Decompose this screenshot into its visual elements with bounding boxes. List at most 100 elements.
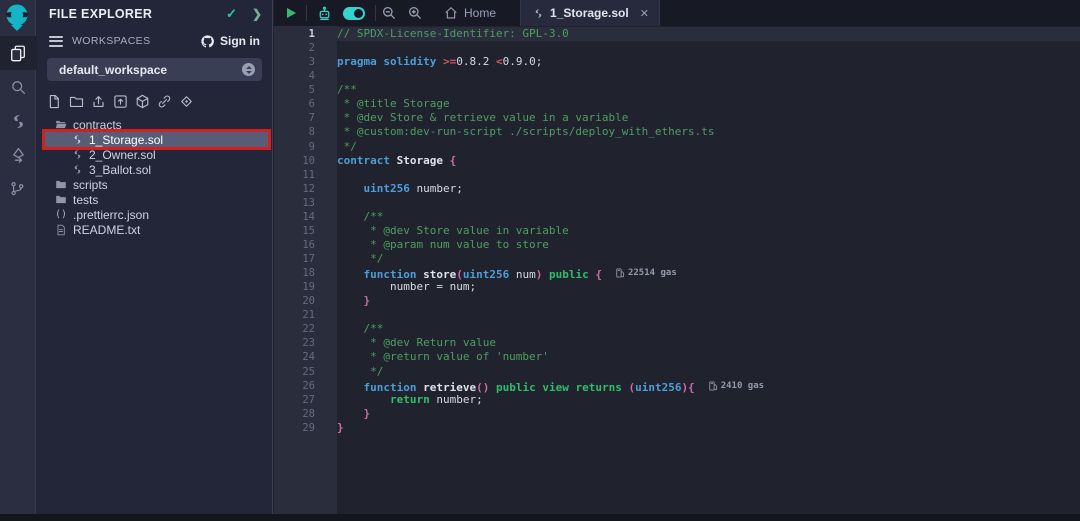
copilot-toggle[interactable] bbox=[343, 7, 365, 20]
code-line[interactable]: * @dev Store & retrieve value in a varia… bbox=[337, 111, 1080, 125]
run-script-button[interactable] bbox=[287, 8, 296, 18]
code-line[interactable]: * @dev Return value bbox=[337, 336, 1080, 350]
code-line[interactable]: } bbox=[337, 421, 1080, 435]
code-token bbox=[337, 393, 390, 406]
code-line[interactable]: /** bbox=[337, 83, 1080, 97]
line-number: 8 bbox=[274, 125, 337, 139]
file-explorer-panel: FILE EXPLORER ✓ ❯ WORKSPACES Sign in def… bbox=[37, 0, 273, 514]
rail-item-git[interactable] bbox=[0, 172, 36, 206]
code-token: return bbox=[390, 393, 430, 406]
tab-home[interactable]: Home bbox=[428, 0, 520, 26]
code-line[interactable]: function retrieve() public view returns … bbox=[337, 379, 1080, 393]
code-line[interactable]: contract Storage { bbox=[337, 154, 1080, 168]
line-number: 14 bbox=[274, 210, 337, 224]
chevron-right-icon[interactable]: ❯ bbox=[252, 7, 262, 21]
close-icon[interactable]: ✕ bbox=[640, 7, 649, 20]
editor-line-13: 13 bbox=[274, 196, 1080, 210]
zoom-out-icon bbox=[381, 5, 397, 21]
check-icon[interactable]: ✓ bbox=[226, 6, 237, 22]
code-line[interactable]: } bbox=[337, 407, 1080, 421]
code-line[interactable] bbox=[337, 69, 1080, 83]
publish-to-gist-button[interactable] bbox=[91, 93, 106, 109]
tree-item-README.txt[interactable]: README.txt bbox=[45, 222, 268, 237]
clone-repository-button[interactable] bbox=[157, 93, 172, 109]
zoom-out-button[interactable] bbox=[381, 5, 397, 21]
editor-line-21: 21 bbox=[274, 308, 1080, 322]
code-token: } bbox=[364, 407, 371, 420]
code-line[interactable]: * @return value of 'number' bbox=[337, 350, 1080, 364]
line-number: 10 bbox=[274, 154, 337, 168]
code-line[interactable]: /** bbox=[337, 322, 1080, 336]
tree-item-tests[interactable]: tests bbox=[45, 192, 268, 207]
code-line[interactable]: uint256 number; bbox=[337, 182, 1080, 196]
line-number: 23 bbox=[274, 336, 337, 350]
code-line[interactable]: /** bbox=[337, 210, 1080, 224]
workspace-selected-value: default_workspace bbox=[59, 63, 242, 77]
new-file-icon bbox=[47, 94, 62, 109]
code-token: * @title Storage bbox=[337, 97, 450, 110]
code-line[interactable] bbox=[337, 308, 1080, 322]
code-line[interactable]: number = num; bbox=[337, 280, 1080, 294]
code-line[interactable] bbox=[337, 41, 1080, 55]
workspaces-row: WORKSPACES Sign in bbox=[49, 33, 260, 49]
zoom-in-button[interactable] bbox=[407, 5, 423, 21]
workspace-selector[interactable]: default_workspace bbox=[47, 58, 262, 81]
rail-item-file-explorer[interactable] bbox=[0, 36, 36, 70]
cube-icon bbox=[135, 94, 150, 109]
rail-item-deploy-run[interactable] bbox=[0, 138, 36, 172]
upload-files-button[interactable] bbox=[113, 93, 128, 109]
ai-assistant-button[interactable] bbox=[316, 5, 333, 22]
editor-line-25: 25 */ bbox=[274, 365, 1080, 379]
code-line[interactable]: * @dev Store value in variable bbox=[337, 224, 1080, 238]
editor-line-8: 8 * @custom:dev-run-script ./scripts/dep… bbox=[274, 125, 1080, 139]
code-line[interactable]: function store(uint256 num) public {2251… bbox=[337, 266, 1080, 280]
code-line[interactable] bbox=[337, 196, 1080, 210]
tree-item-2_Owner.sol[interactable]: 2_Owner.sol bbox=[45, 147, 268, 162]
rail-item-search[interactable] bbox=[0, 70, 36, 104]
editor-line-22: 22 /** bbox=[274, 322, 1080, 336]
tab-file-storage[interactable]: 1_Storage.sol ✕ bbox=[520, 0, 660, 26]
editor-line-9: 9 */ bbox=[274, 140, 1080, 154]
signin-button[interactable]: Sign in bbox=[200, 34, 260, 49]
code-line[interactable] bbox=[337, 168, 1080, 182]
line-number: 9 bbox=[274, 140, 337, 154]
tree-item-.prettierrc.json[interactable]: ().prettierrc.json bbox=[45, 207, 268, 222]
folder-icon bbox=[55, 178, 67, 191]
code-line[interactable]: * @custom:dev-run-script ./scripts/deplo… bbox=[337, 125, 1080, 139]
code-token: * @return value of 'number' bbox=[337, 350, 549, 363]
tree-item-contracts[interactable]: contracts bbox=[45, 117, 268, 132]
code-line[interactable]: return number; bbox=[337, 393, 1080, 407]
tree-item-3_Ballot.sol[interactable]: 3_Ballot.sol bbox=[45, 162, 268, 177]
create-new-file-button[interactable] bbox=[47, 93, 62, 109]
code-line[interactable]: // SPDX-License-Identifier: GPL-3.0 bbox=[337, 27, 1080, 41]
editor-line-4: 4 bbox=[274, 69, 1080, 83]
rail-item-solidity-compiler[interactable] bbox=[0, 104, 36, 138]
create-new-folder-button[interactable] bbox=[69, 93, 84, 109]
code-editor[interactable]: 1// SPDX-License-Identifier: GPL-3.023pr… bbox=[274, 26, 1080, 514]
mint-as-nft-button[interactable] bbox=[179, 93, 194, 109]
code-line[interactable]: * @title Storage bbox=[337, 97, 1080, 111]
remix-logo-icon bbox=[3, 3, 33, 33]
workspaces-menu-icon[interactable] bbox=[49, 33, 63, 49]
editor-line-24: 24 * @return value of 'number' bbox=[274, 350, 1080, 364]
code-line[interactable]: pragma solidity >=0.8.2 <0.9.0; bbox=[337, 55, 1080, 69]
line-number: 26 bbox=[274, 379, 337, 393]
tree-item-scripts[interactable]: scripts bbox=[45, 177, 268, 192]
code-line[interactable]: */ bbox=[337, 140, 1080, 154]
code-token: * @dev Store & retrieve value in a varia… bbox=[337, 111, 628, 124]
code-token: } bbox=[337, 421, 344, 434]
code-line[interactable]: */ bbox=[337, 252, 1080, 266]
load-from-ipfs-button[interactable] bbox=[135, 93, 150, 109]
editor-line-29: 29} bbox=[274, 421, 1080, 435]
code-token: /** bbox=[337, 83, 357, 96]
line-number: 28 bbox=[274, 407, 337, 421]
line-number: 15 bbox=[274, 224, 337, 238]
deploy-icon bbox=[10, 147, 27, 164]
editor-line-23: 23 * @dev Return value bbox=[274, 336, 1080, 350]
tree-item-1_Storage.sol[interactable]: 1_Storage.sol bbox=[45, 132, 268, 147]
code-line[interactable]: } bbox=[337, 294, 1080, 308]
remix-logo[interactable] bbox=[0, 0, 36, 36]
code-line[interactable]: * @param num value to store bbox=[337, 238, 1080, 252]
gas-estimate-label: 2410 gas bbox=[721, 379, 764, 393]
code-line[interactable]: */ bbox=[337, 365, 1080, 379]
